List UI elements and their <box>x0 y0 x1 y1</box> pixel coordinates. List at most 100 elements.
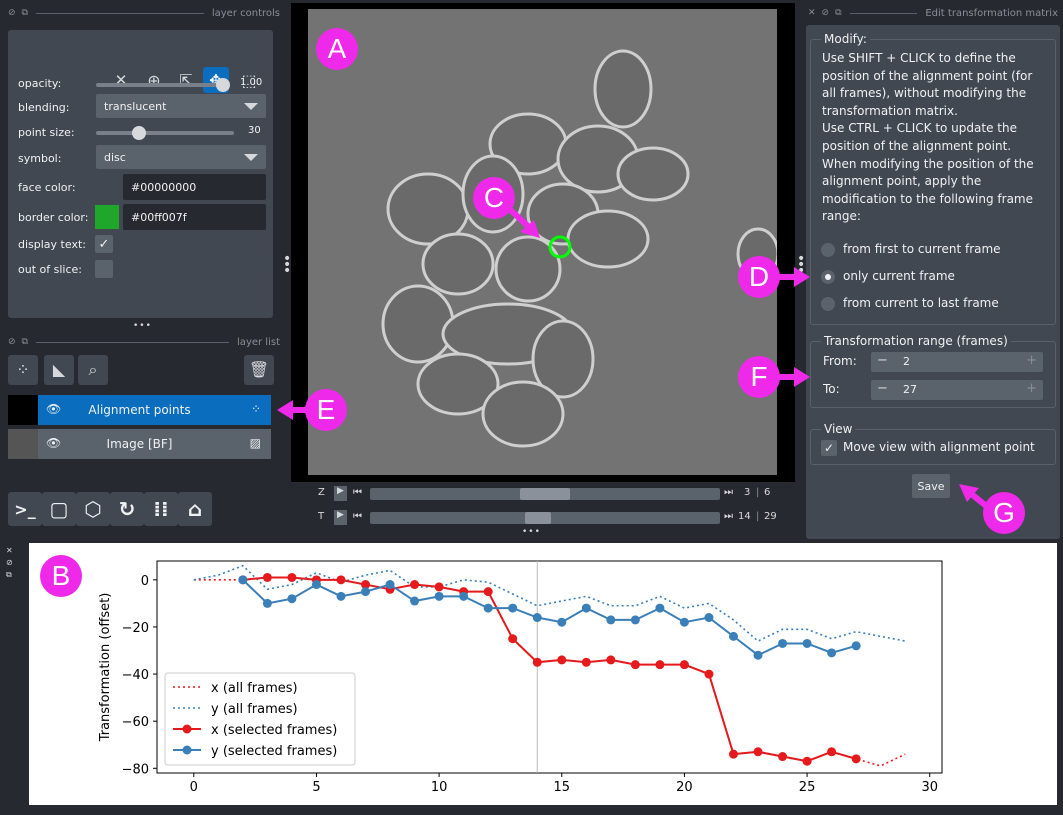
grid-icon[interactable]: ⁞⁞ <box>144 492 178 526</box>
float-icon[interactable]: ⊘ <box>6 557 18 569</box>
badge-e: E <box>305 389 347 431</box>
increment-icon[interactable]: + <box>1026 353 1037 368</box>
legend-label: y (selected frames) <box>211 744 337 759</box>
symbol-label: symbol: <box>18 152 62 165</box>
series-point-2 <box>753 747 763 757</box>
blending-label: blending: <box>18 101 70 114</box>
new-labels-layer-icon[interactable]: ⌕ <box>78 355 108 385</box>
save-button[interactable]: Save <box>912 474 950 498</box>
dim-z-track[interactable] <box>370 488 720 500</box>
dim-t-track[interactable] <box>370 512 720 524</box>
close-icon[interactable]: ✕ <box>108 67 134 93</box>
face-color-input[interactable]: #00000000 <box>123 174 266 200</box>
pin-icon[interactable]: ⧉ <box>6 569 18 581</box>
series-point-2 <box>483 587 493 597</box>
radio-only-current-label[interactable]: only current frame <box>843 269 955 283</box>
splitter-handle-icon[interactable]: ••• <box>133 321 152 331</box>
layer-row-image-bf[interactable]: 👁 Image [BF] ▨ <box>8 429 271 459</box>
image-layer-type-icon: ▨ <box>249 436 261 450</box>
badge-d: D <box>738 256 780 298</box>
brightfield-image[interactable] <box>308 9 777 475</box>
display-text-checkbox[interactable]: ✓ <box>95 235 113 253</box>
pin-icon[interactable]: ⧉ <box>835 8 841 18</box>
modify-group: Modify: Use SHIFT + CLICK to define the … <box>810 32 1056 325</box>
series-point-3 <box>827 648 837 658</box>
edit-panel: Modify: Use SHIFT + CLICK to define the … <box>806 25 1060 539</box>
select-icon[interactable]: ⇱ <box>173 67 199 93</box>
float-icon[interactable]: ⊘ <box>822 8 830 18</box>
instruction-line: position of the alignment point (for <box>822 68 1033 83</box>
y-tick-label: 0 <box>141 574 149 589</box>
point-size-slider[interactable] <box>96 126 234 140</box>
move-view-label[interactable]: Move view with alignment point <box>843 440 1035 454</box>
layer-list-title: layer list <box>237 336 280 348</box>
step-back-icon[interactable]: ⏮ <box>353 487 362 498</box>
modify-instructions: Use SHIFT + CLICK to define the position… <box>822 50 1054 226</box>
arrow-c-icon <box>501 201 540 238</box>
play-icon[interactable]: ▶ <box>334 510 347 525</box>
float-icon[interactable]: ⊘ <box>8 337 16 347</box>
new-shapes-layer-icon[interactable]: ◣ <box>44 355 74 385</box>
radio-current-to-last[interactable] <box>821 297 835 311</box>
plot-area: 0 5 10 15 20 25 30 0 −20 −40 −60 −80 Transformation … <box>29 543 1057 805</box>
radio-first-to-current[interactable] <box>821 243 835 257</box>
decrement-icon[interactable]: − <box>877 381 888 396</box>
new-points-layer-icon[interactable]: ⁘ <box>8 355 38 385</box>
close-icon[interactable]: ✕ <box>808 8 816 18</box>
step-forward-icon[interactable]: ⏭ <box>724 511 733 522</box>
dim-slider-t[interactable]: T ▶ ⏮ ⏭ 14 | 29 <box>312 510 782 526</box>
radio-first-to-current-label[interactable]: from first to current frame <box>843 242 1001 256</box>
dim-z-thumb[interactable] <box>520 488 570 500</box>
dim-t-label: T <box>318 511 325 522</box>
console-icon[interactable]: >_ <box>8 492 42 526</box>
x-tick-label: 0 <box>190 780 198 795</box>
close-icon[interactable]: ✕ <box>6 545 18 557</box>
home-icon[interactable]: ⌂ <box>178 492 212 526</box>
layer-row-alignment-points[interactable]: 👁 Alignment points ⁘ <box>8 395 271 425</box>
dim-t-thumb[interactable] <box>525 512 551 524</box>
border-color-input[interactable]: #00ff007f <box>123 204 266 230</box>
from-spinbox[interactable]: − 2 + <box>871 352 1043 372</box>
roll-dims-icon[interactable]: ⬡ <box>76 492 110 526</box>
range-group: Transformation range (frames) From: − 2 … <box>810 334 1056 408</box>
arrow-d-icon <box>778 267 810 287</box>
transpose-icon[interactable]: ↻ <box>110 492 144 526</box>
decrement-icon[interactable]: − <box>877 353 888 368</box>
to-spinbox[interactable]: − 27 + <box>871 380 1043 400</box>
opacity-slider[interactable] <box>96 78 230 92</box>
bottom-splitter-icon[interactable]: ••• <box>522 527 541 537</box>
out-of-slice-checkbox[interactable] <box>95 260 113 278</box>
canvas-area[interactable] <box>291 3 795 482</box>
pin-icon[interactable]: ⧉ <box>22 8 28 18</box>
float-icon[interactable]: ⊘ <box>8 8 16 18</box>
step-back-icon[interactable]: ⏮ <box>353 511 362 522</box>
delete-layer-icon[interactable]: 🗑 <box>244 355 274 385</box>
radio-only-current[interactable] <box>821 270 835 284</box>
blending-select[interactable]: translucent <box>96 94 266 118</box>
dim-t-value: 14 <box>738 511 751 522</box>
increment-icon[interactable]: + <box>1026 381 1037 396</box>
point-size-value: 30 <box>248 125 261 136</box>
opacity-slider-knob[interactable] <box>216 78 230 92</box>
pin-icon[interactable]: ⧉ <box>22 337 28 347</box>
ndisplay-icon[interactable]: ▢ <box>42 492 76 526</box>
play-icon[interactable]: ▶ <box>334 486 347 501</box>
add-point-icon[interactable]: ⊕ <box>141 67 167 93</box>
symbol-value: disc <box>104 150 126 164</box>
border-color-swatch[interactable] <box>95 205 119 229</box>
series-point-3 <box>238 575 248 585</box>
series-point-3 <box>336 591 346 601</box>
step-forward-icon[interactable]: ⏭ <box>724 487 733 498</box>
series-line-1 <box>193 564 906 643</box>
dim-slider-z[interactable]: Z ▶ ⏮ ⏭ 3 | 6 <box>312 486 782 502</box>
series-point-3 <box>606 615 616 625</box>
chevron-down-icon <box>244 103 258 110</box>
radio-current-to-last-label[interactable]: from current to last frame <box>843 296 999 310</box>
series-point-2 <box>336 575 346 585</box>
series-point-3 <box>704 613 714 623</box>
point-size-slider-knob[interactable] <box>132 126 146 140</box>
move-view-checkbox[interactable]: ✓ <box>821 440 837 456</box>
vertical-splitter-icon[interactable]: • • • <box>283 252 291 278</box>
symbol-select[interactable]: disc <box>96 145 266 169</box>
badge-a: A <box>316 28 358 70</box>
